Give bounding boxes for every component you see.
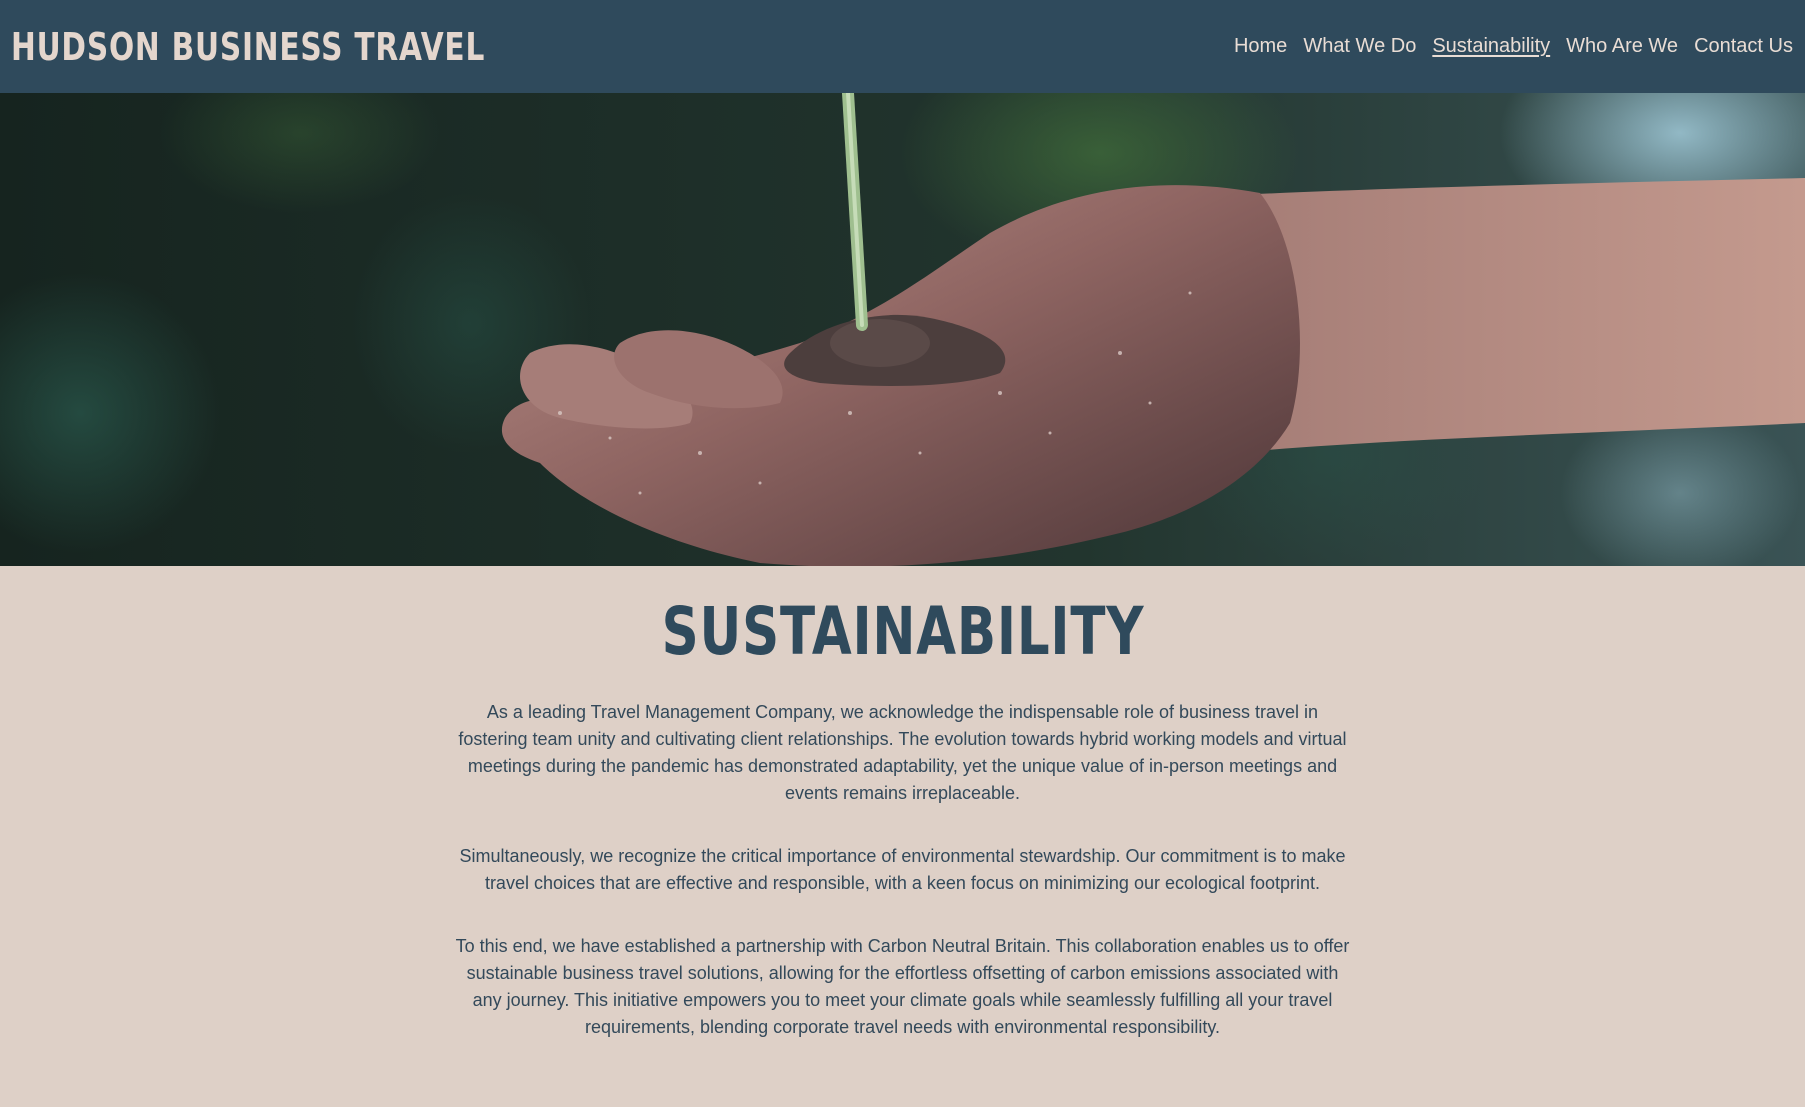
- commitment-paragraph: Simultaneously, we recognize the critica…: [459, 845, 1346, 893]
- main-nav: Home What We Do Sustainability Who Are W…: [1234, 35, 1793, 58]
- nav-who-are-we[interactable]: Who Are We: [1566, 35, 1678, 58]
- nav-contact-us[interactable]: Contact Us: [1694, 35, 1793, 58]
- intro-paragraph: As a leading Travel Management Company, …: [458, 701, 1347, 803]
- nav-sustainability[interactable]: Sustainability: [1432, 35, 1550, 58]
- hand-seedling-image: [0, 93, 1805, 566]
- nav-what-we-do[interactable]: What We Do: [1303, 35, 1416, 58]
- site-logo[interactable]: HUDSON BUSINESS TRAVEL: [11, 25, 485, 69]
- main-content: SUSTAINABILITY As a leading Travel Manag…: [453, 566, 1353, 1041]
- page-title: SUSTAINABILITY: [661, 593, 1144, 670]
- site-header: HUDSON BUSINESS TRAVEL Home What We Do S…: [0, 0, 1805, 93]
- hero-image: [0, 93, 1805, 566]
- partnership-paragraph: To this end, we have established a partn…: [455, 935, 1350, 1037]
- nav-home[interactable]: Home: [1234, 35, 1287, 58]
